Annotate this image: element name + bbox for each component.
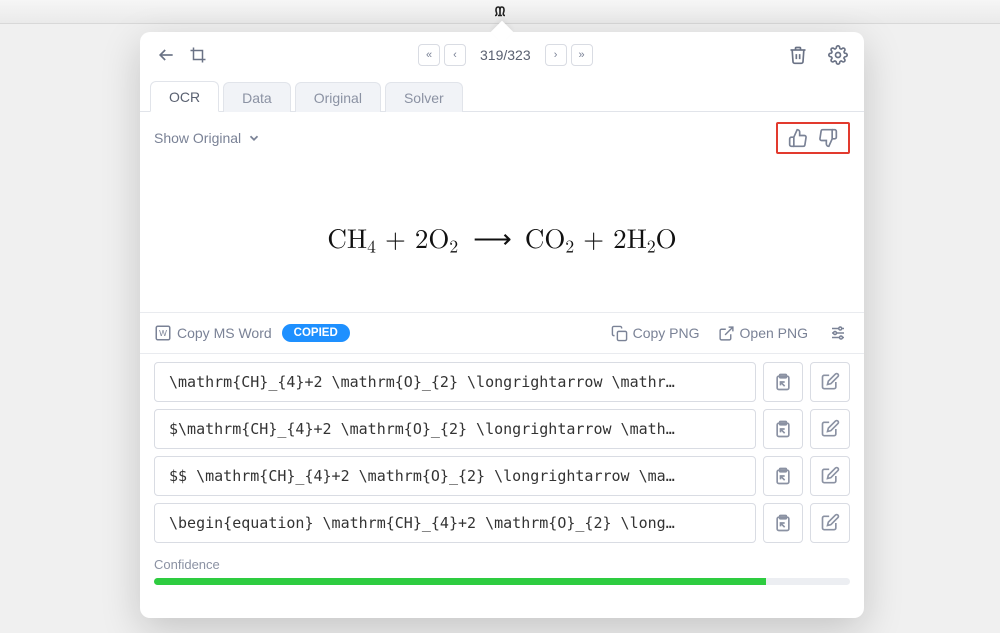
- tabs: OCR Data Original Solver: [140, 78, 864, 112]
- latex-code-cell[interactable]: \begin{equation} \mathrm{CH}_{4}+2 \math…: [154, 503, 756, 543]
- edit-button[interactable]: [810, 362, 850, 402]
- app-popover: « ‹ 319/323 › » OCR Data Original Solver…: [140, 32, 864, 618]
- feedback-box: [776, 122, 850, 154]
- pager-next-icon[interactable]: ›: [545, 44, 567, 66]
- copy-msword-button[interactable]: W Copy MS Word: [154, 324, 272, 342]
- tab-original[interactable]: Original: [295, 82, 381, 112]
- rendered-equation: CH4 + 2O2 ⟶ CO2 + 2H2O: [140, 164, 864, 312]
- copy-clipboard-button[interactable]: [763, 503, 803, 543]
- tab-ocr[interactable]: OCR: [150, 81, 219, 112]
- chevron-down-icon: [247, 131, 261, 145]
- menubar-center-icons: ᙢ: [495, 4, 506, 20]
- show-original-label: Show Original: [154, 130, 241, 146]
- confidence-fill: [154, 578, 766, 585]
- edit-button[interactable]: [810, 503, 850, 543]
- copy-clipboard-button[interactable]: [763, 362, 803, 402]
- thumbs-down-icon[interactable]: [818, 128, 838, 148]
- tab-label: OCR: [169, 89, 200, 105]
- confidence-section: Confidence: [140, 543, 864, 595]
- tab-data[interactable]: Data: [223, 82, 291, 112]
- crop-icon[interactable]: [186, 43, 210, 67]
- copy-png-label: Copy PNG: [633, 325, 700, 341]
- latex-code-cell[interactable]: \mathrm{CH}_{4}+2 \mathrm{O}_{2} \longri…: [154, 362, 756, 402]
- result-row: \begin{equation} \mathrm{CH}_{4}+2 \math…: [154, 503, 850, 543]
- subbar: Show Original: [140, 112, 864, 164]
- svg-text:W: W: [159, 329, 167, 338]
- gear-icon[interactable]: [826, 43, 850, 67]
- back-icon[interactable]: [154, 43, 178, 67]
- tab-solver[interactable]: Solver: [385, 82, 463, 112]
- sliders-icon[interactable]: [826, 321, 850, 345]
- result-row: \mathrm{CH}_{4}+2 \mathrm{O}_{2} \longri…: [154, 362, 850, 402]
- result-row: $\mathrm{CH}_{4}+2 \mathrm{O}_{2} \longr…: [154, 409, 850, 449]
- latex-code-cell[interactable]: $\mathrm{CH}_{4}+2 \mathrm{O}_{2} \longr…: [154, 409, 756, 449]
- edit-button[interactable]: [810, 409, 850, 449]
- results-list: \mathrm{CH}_{4}+2 \mathrm{O}_{2} \longri…: [140, 354, 864, 543]
- actionbar: W Copy MS Word COPIED Copy PNG Open PNG: [140, 312, 864, 354]
- copy-msword-label: Copy MS Word: [177, 325, 272, 341]
- thumbs-up-icon[interactable]: [788, 128, 808, 148]
- copy-png-button[interactable]: Copy PNG: [611, 325, 700, 342]
- external-link-icon: [718, 325, 735, 342]
- app-menubar-icon[interactable]: ᙢ: [495, 4, 506, 20]
- pager: « ‹ 319/323 › »: [418, 44, 593, 66]
- show-original-toggle[interactable]: Show Original: [154, 130, 261, 146]
- edit-button[interactable]: [810, 456, 850, 496]
- copy-icon: [611, 325, 628, 342]
- open-png-button[interactable]: Open PNG: [718, 325, 808, 342]
- tab-label: Original: [314, 90, 362, 106]
- open-png-label: Open PNG: [740, 325, 808, 341]
- result-row: $$ \mathrm{CH}_{4}+2 \mathrm{O}_{2} \lon…: [154, 456, 850, 496]
- word-icon: W: [154, 324, 172, 342]
- pager-counter: 319/323: [480, 47, 531, 63]
- latex-code-cell[interactable]: $$ \mathrm{CH}_{4}+2 \mathrm{O}_{2} \lon…: [154, 456, 756, 496]
- toolbar-right: [786, 43, 850, 67]
- confidence-label: Confidence: [154, 557, 220, 572]
- pager-prev-icon[interactable]: ‹: [444, 44, 466, 66]
- tab-label: Solver: [404, 90, 444, 106]
- confidence-bar: [154, 578, 850, 585]
- copied-badge: COPIED: [282, 324, 350, 342]
- tab-label: Data: [242, 90, 272, 106]
- system-menubar: ᙢ: [0, 0, 1000, 24]
- pager-last-icon[interactable]: »: [571, 44, 593, 66]
- copy-clipboard-button[interactable]: [763, 456, 803, 496]
- trash-icon[interactable]: [786, 43, 810, 67]
- copy-clipboard-button[interactable]: [763, 409, 803, 449]
- pager-first-icon[interactable]: «: [418, 44, 440, 66]
